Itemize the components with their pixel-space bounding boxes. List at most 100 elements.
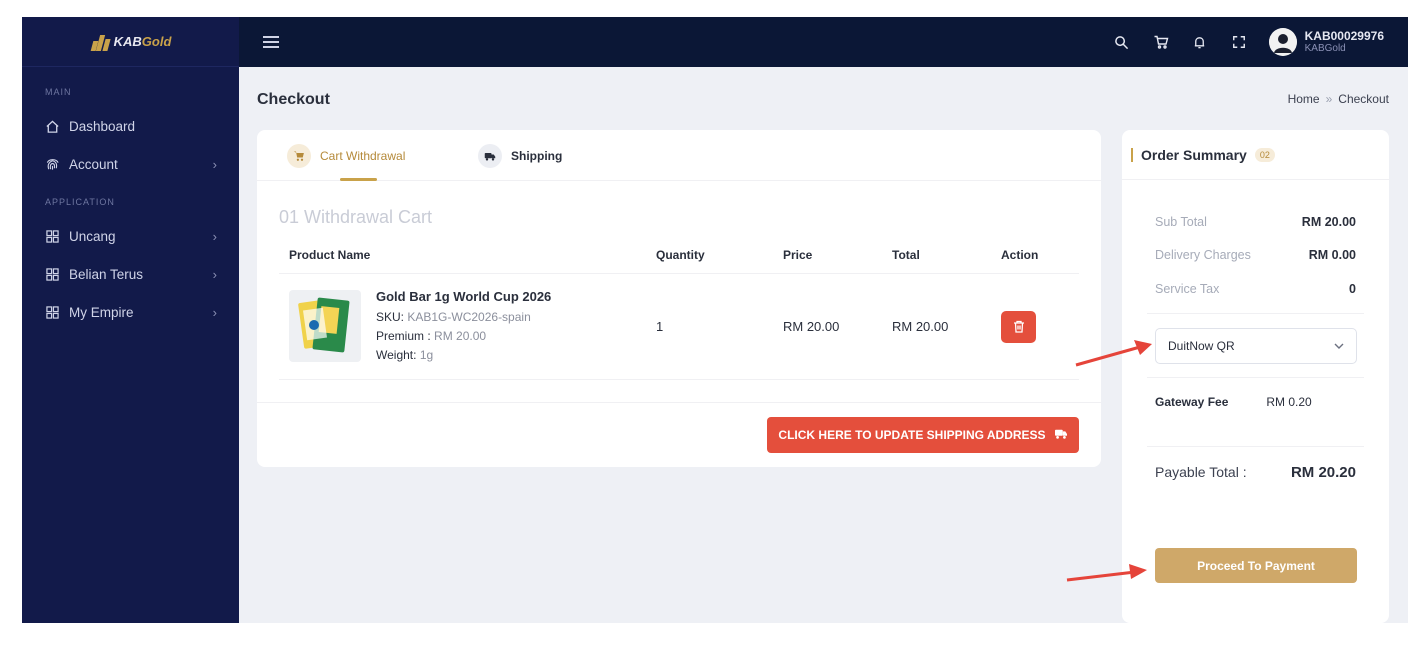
gateway-fee-row: Gateway Fee RM 0.20 [1155,395,1356,409]
product-name: Gold Bar 1g World Cup 2026 [376,289,552,305]
sidebar-item-dashboard[interactable]: Dashboard [22,107,239,145]
chevron-right-icon: › [212,228,217,244]
product-sku: SKU: KAB1G-WC2026-spain [376,310,531,325]
divider [1147,446,1364,447]
tab-shipping[interactable]: Shipping [478,144,562,168]
chevron-right-icon: › [212,156,217,172]
cart-icon [287,144,311,168]
action-cell [1001,310,1079,343]
service-tax-row: Service Tax 0 [1155,282,1356,296]
product-premium: Premium : RM 20.00 [376,329,487,344]
breadcrumb-separator: » [1325,92,1333,106]
divider [1147,313,1364,314]
grid-icon [44,228,60,244]
sidebar-item-label: Uncang [69,228,116,244]
column-header: Total [892,247,920,262]
checkout-tabs: Cart Withdrawal Shipping [257,130,1101,181]
logo-area: KABGold [22,17,239,67]
update-shipping-label: CLICK HERE TO UPDATE SHIPPING ADDRESS [778,428,1046,442]
topbar: KAB00029976 KABGold [239,17,1408,67]
topbar-actions: KAB00029976 KABGold [1113,17,1408,67]
cart-icon[interactable] [1152,33,1170,51]
avatar[interactable] [1268,28,1297,56]
delivery-charges-value: RM 0.00 [1308,248,1356,262]
product-weight: Weight: 1g [376,348,434,363]
tab-cart-withdrawal[interactable]: Cart Withdrawal [287,144,405,168]
quantity-cell: 1 [656,319,664,334]
chevron-right-icon: › [212,266,217,282]
total-cell: RM 20.00 [892,319,949,334]
sidebar-section-main: MAIN [45,87,72,97]
column-header: Action [1001,247,1039,262]
table-header: Product Name Quantity Price Total Action [279,236,1079,274]
order-summary-card: Order Summary 02 Sub Total RM 20.00 Deli… [1122,130,1389,623]
service-tax-value: 0 [1349,282,1356,296]
breadcrumb-home[interactable]: Home [1288,92,1320,106]
app-frame: KABGold MAIN Dashboard Account › APPLICA… [22,17,1408,623]
delivery-charges-label: Delivery Charges [1155,248,1251,262]
order-summary-title: Order Summary [1141,146,1247,163]
gateway-fee-value: RM 0.20 [1266,395,1312,409]
chevron-down-icon [1334,341,1344,352]
table-row: Gold Bar 1g World Cup 2026 SKU: KAB1G-WC… [279,274,1079,380]
breadcrumb: Home » Checkout [1288,92,1389,106]
sidebar-section-application: APPLICATION [45,197,115,207]
divider [257,402,1101,403]
column-header: Product Name [289,247,371,262]
price-cell: RM 20.00 [783,319,840,334]
payment-method-value: DuitNow QR [1168,339,1235,353]
payable-total-value: RM 20.20 [1290,464,1356,481]
proceed-to-payment-button[interactable]: Proceed To Payment [1155,548,1357,583]
order-summary-header: Order Summary 02 [1122,130,1389,180]
fullscreen-icon[interactable] [1230,33,1248,51]
truck-icon [1054,428,1068,443]
tab-label: Shipping [511,149,563,163]
gateway-fee-label: Gateway Fee [1155,395,1229,409]
sub-total-label: Sub Total [1155,215,1207,229]
grid-icon [44,266,60,282]
tab-label: Cart Withdrawal [320,149,406,163]
sub-total-row: Sub Total RM 20.00 [1155,215,1356,229]
cart-table: Product Name Quantity Price Total Action [279,236,1079,380]
user-org: KABGold [1304,43,1346,55]
delivery-charges-row: Delivery Charges RM 0.00 [1155,248,1356,262]
kabgold-logo[interactable]: KABGold [90,33,171,51]
sidebar-item-label: Belian Terus [69,266,144,282]
user-id: KAB00029976 [1304,28,1384,43]
sidebar-item-label: Dashboard [69,118,136,134]
search-icon[interactable] [1113,33,1131,51]
payable-total-row: Payable Total : RM 20.20 [1155,464,1356,481]
fingerprint-icon [44,156,60,172]
cart-card: Cart Withdrawal Shipping 01 Withdrawal C… [257,130,1101,467]
service-tax-label: Service Tax [1155,282,1220,296]
bell-icon[interactable] [1191,33,1209,51]
chevron-right-icon: › [212,304,217,320]
divider [1147,377,1364,378]
sidebar-item-label: My Empire [69,304,134,320]
payable-total-label: Payable Total : [1155,464,1247,480]
update-shipping-address-button[interactable]: CLICK HERE TO UPDATE SHIPPING ADDRESS [767,417,1079,453]
product-info: Gold Bar 1g World Cup 2026 SKU: KAB1G-WC… [376,287,551,365]
user-info[interactable]: KAB00029976 KABGold [1304,28,1384,55]
hamburger-menu-icon[interactable] [263,33,279,51]
payment-method-select[interactable]: DuitNow QR [1155,328,1357,364]
grid-icon [44,304,60,320]
sidebar-item-belian-terus[interactable]: Belian Terus › [22,255,239,293]
cart-heading: 01 Withdrawal Cart [279,207,433,227]
step-badge: 02 [1254,147,1275,162]
active-tab-indicator [340,178,377,181]
delete-item-button[interactable] [1001,310,1036,343]
sidebar-item-my-empire[interactable]: My Empire › [22,293,239,331]
annotation-arrow [1075,340,1152,367]
logo-mark-icon [90,33,111,51]
page-title: Checkout [257,91,330,108]
sidebar: KABGold MAIN Dashboard Account › APPLICA… [22,17,239,623]
sidebar-item-uncang[interactable]: Uncang › [22,217,239,255]
sidebar-item-label: Account [69,156,118,172]
column-header: Price [783,247,813,262]
product-cell: Gold Bar 1g World Cup 2026 SKU: KAB1G-WC… [279,287,656,365]
product-image[interactable] [289,290,361,363]
home-icon [44,118,60,134]
annotation-arrow [1066,564,1147,582]
sidebar-item-account[interactable]: Account › [22,145,239,183]
